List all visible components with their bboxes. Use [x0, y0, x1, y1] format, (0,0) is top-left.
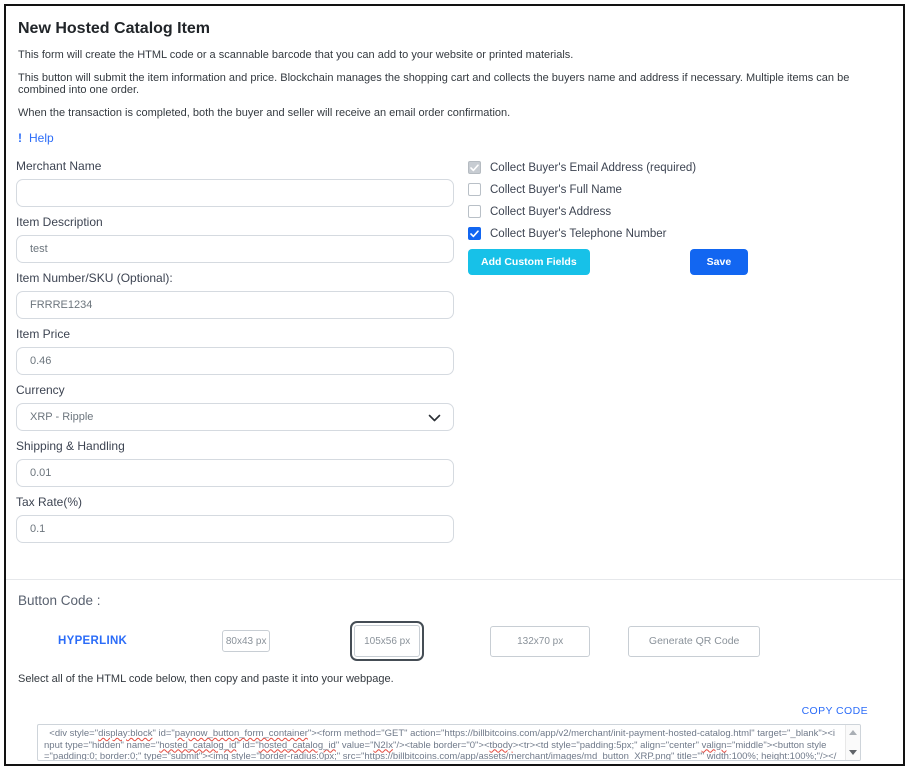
tax-rate-label: Tax Rate(%) — [16, 495, 454, 509]
code-instruction-text: Select all of the HTML code below, then … — [18, 673, 896, 685]
page-title: New Hosted Catalog Item — [18, 20, 896, 38]
size-button-105x56-selected[interactable]: 105x56 px — [354, 625, 420, 657]
scroll-up-icon[interactable] — [849, 730, 857, 735]
currency-field-group: Currency XRP - Ripple — [16, 383, 454, 431]
page-frame: New Hosted Catalog Item This form will c… — [4, 4, 905, 766]
html-code-textarea[interactable]: <div style="display:block" id="paynow_bu… — [37, 724, 861, 761]
shipping-input[interactable] — [16, 459, 454, 487]
merchant-name-label: Merchant Name — [16, 159, 454, 173]
description-line: This button will submit the item informa… — [18, 72, 896, 96]
exclamation-icon: ! — [18, 131, 22, 145]
button-size-row: HYPERLINK 80x43 px 105x56 px 132x70 px G… — [13, 623, 896, 659]
size-button-80x43[interactable]: 80x43 px — [222, 630, 270, 652]
scroll-down-icon[interactable] — [849, 750, 857, 755]
shipping-field-group: Shipping & Handling — [16, 439, 454, 487]
generate-qr-code-button[interactable]: Generate QR Code — [628, 626, 760, 657]
checkbox-collect-telephone[interactable]: Collect Buyer's Telephone Number — [468, 227, 896, 240]
currency-selected-value: XRP - Ripple — [30, 411, 93, 423]
description-line: When the transaction is completed, both … — [18, 107, 896, 119]
checkbox-collect-address[interactable]: Collect Buyer's Address — [468, 205, 896, 218]
hyperlink-option[interactable]: HYPERLINK — [58, 635, 127, 647]
tax-rate-field-group: Tax Rate(%) — [16, 495, 454, 543]
checkbox-label: Collect Buyer's Telephone Number — [490, 228, 667, 240]
item-description-field-group: Item Description — [16, 215, 454, 263]
item-price-label: Item Price — [16, 327, 454, 341]
merchant-name-field-group: Merchant Name — [16, 159, 454, 207]
chevron-down-icon — [428, 414, 441, 423]
item-price-input[interactable] — [16, 347, 454, 375]
currency-label: Currency — [16, 383, 454, 397]
code-scrollbar[interactable] — [845, 725, 860, 760]
help-link[interactable]: ! Help — [18, 131, 54, 145]
merchant-name-input[interactable] — [16, 179, 454, 207]
size-button-132x70[interactable]: 132x70 px — [490, 626, 590, 657]
checkbox-collect-email: Collect Buyer's Email Address (required) — [468, 161, 896, 174]
checkbox-icon-unchecked[interactable] — [468, 183, 481, 196]
checkbox-label: Collect Buyer's Email Address (required) — [490, 162, 696, 174]
item-form: Merchant Name Item Description Item Numb… — [13, 159, 454, 551]
button-code-section-label: Button Code : — [18, 593, 896, 608]
item-sku-label: Item Number/SKU (Optional): — [16, 271, 454, 285]
copy-code-link[interactable]: COPY CODE — [802, 705, 868, 717]
description-line: This form will create the HTML code or a… — [18, 49, 896, 61]
add-custom-fields-button[interactable]: Add Custom Fields — [468, 249, 590, 275]
help-link-label: Help — [29, 131, 54, 145]
item-sku-field-group: Item Number/SKU (Optional): — [16, 271, 454, 319]
item-price-field-group: Item Price — [16, 327, 454, 375]
options-buttons-row: Add Custom Fields Save — [468, 249, 896, 275]
checkbox-collect-full-name[interactable]: Collect Buyer's Full Name — [468, 183, 896, 196]
item-description-input[interactable] — [16, 235, 454, 263]
checkbox-icon-disabled-checked — [468, 161, 481, 174]
currency-select[interactable]: XRP - Ripple — [16, 403, 454, 431]
checkbox-icon-unchecked[interactable] — [468, 205, 481, 218]
html-code-text: <div style="display:block" id="paynow_bu… — [38, 725, 860, 761]
section-divider — [6, 579, 903, 580]
checkbox-label: Collect Buyer's Address — [490, 206, 611, 218]
preview-label: PREVIEW: — [18, 765, 896, 766]
item-sku-input[interactable] — [16, 291, 454, 319]
shipping-label: Shipping & Handling — [16, 439, 454, 453]
tax-rate-input[interactable] — [16, 515, 454, 543]
checkbox-icon-checked[interactable] — [468, 227, 481, 240]
save-button[interactable]: Save — [690, 249, 749, 275]
item-description-label: Item Description — [16, 215, 454, 229]
checkbox-label: Collect Buyer's Full Name — [490, 184, 622, 196]
copy-code-row: COPY CODE — [13, 701, 896, 719]
form-columns: Merchant Name Item Description Item Numb… — [13, 159, 896, 551]
buyer-options-panel: Collect Buyer's Email Address (required)… — [468, 159, 896, 551]
